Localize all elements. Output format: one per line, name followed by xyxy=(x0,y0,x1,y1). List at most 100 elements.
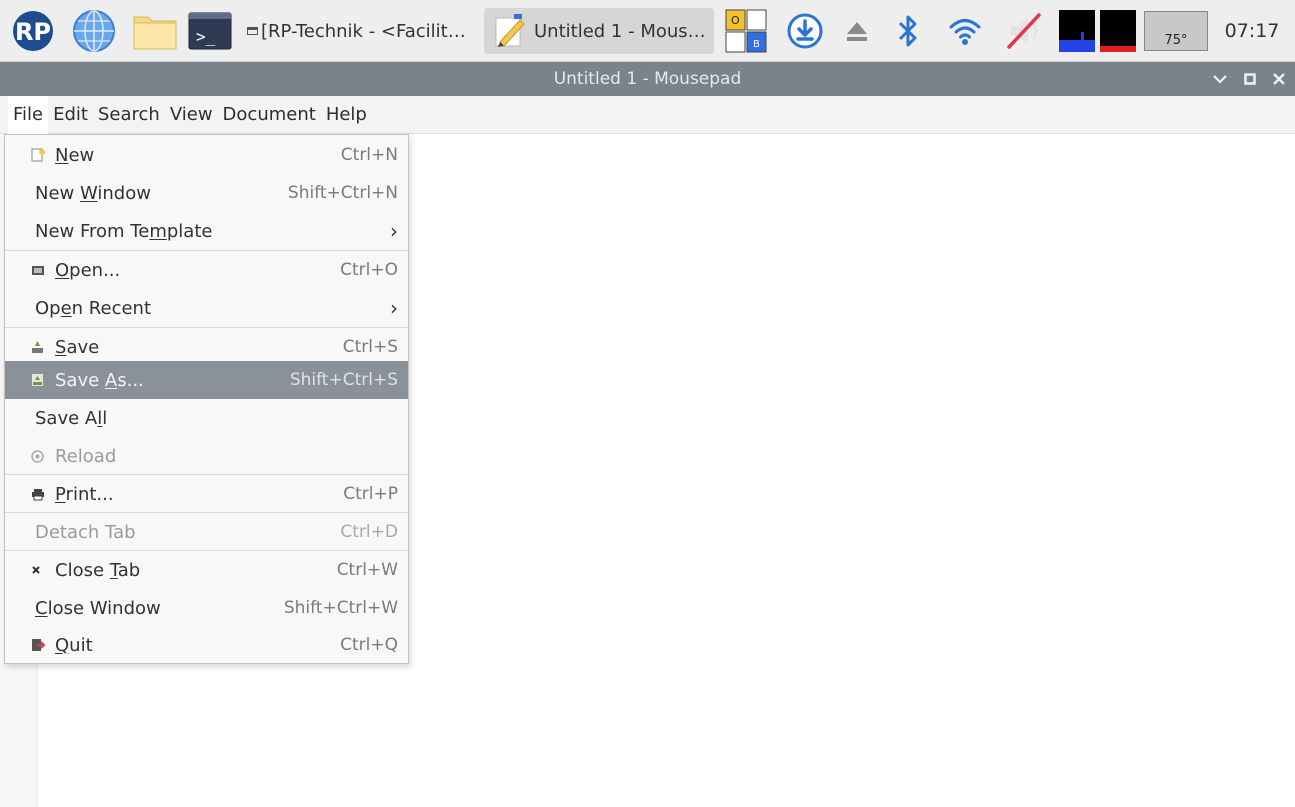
svg-text:RP: RP xyxy=(15,18,51,46)
menu-item-quit[interactable]: Quit Ctrl+Q xyxy=(5,626,408,664)
label-mnemonic: Q xyxy=(55,634,70,656)
bluetooth-icon[interactable] xyxy=(888,0,928,62)
menu-item-new-window[interactable]: New Window Shift+Ctrl+N xyxy=(5,174,408,212)
save-icon xyxy=(31,340,51,354)
label-pre: Save A xyxy=(35,407,98,429)
terminal-icon[interactable]: >_ xyxy=(184,0,236,62)
label-post: ab xyxy=(117,559,141,581)
close-tab-icon xyxy=(31,565,51,575)
label-mnemonic: S xyxy=(55,336,67,358)
accelerator: Ctrl+W xyxy=(336,560,398,580)
menu-edit[interactable]: Edit xyxy=(48,96,93,134)
label-mnemonic: A xyxy=(104,369,118,391)
label-mnemonic: m xyxy=(149,220,167,242)
accelerator: Ctrl+Q xyxy=(340,635,398,655)
label-post: indow xyxy=(97,182,151,204)
accelerator: Shift+Ctrl+S xyxy=(289,370,398,390)
label-post: s... xyxy=(117,369,144,391)
menu-item-new-from-template[interactable]: New From Template › xyxy=(5,212,408,250)
accelerator: Ctrl+P xyxy=(343,484,398,504)
save-as-icon xyxy=(31,373,51,387)
cpu-monitor-icon xyxy=(1099,0,1137,62)
menu-item-save-all[interactable]: Save All xyxy=(5,399,408,437)
label-post: l xyxy=(102,407,108,429)
menu-help[interactable]: Help xyxy=(321,96,372,134)
label-pre: Save xyxy=(55,369,105,391)
label-post: plate xyxy=(166,220,213,242)
menu-file[interactable]: File xyxy=(8,95,49,134)
label-post: uit xyxy=(69,634,93,656)
taskbar-window-mousepad[interactable]: Untitled 1 - Mous… xyxy=(484,8,714,54)
menu-document[interactable]: Document xyxy=(218,96,321,134)
label-mnemonic: T xyxy=(109,559,118,581)
svg-text:>_: >_ xyxy=(196,27,216,46)
quit-icon xyxy=(31,638,51,652)
label-post: n Recent xyxy=(71,297,152,319)
file-manager-icon[interactable] xyxy=(128,0,182,62)
new-document-icon xyxy=(31,148,51,162)
top-panel: RP >_ [RP-Technik - <Facilit… Untitled 1… xyxy=(0,0,1295,62)
ob-letter-b: B xyxy=(753,39,760,50)
menu-item-close-tab[interactable]: Close Tab Ctrl+W xyxy=(5,551,408,589)
accelerator: Ctrl+O xyxy=(340,260,398,280)
task-title: Untitled 1 - Mous… xyxy=(534,20,706,42)
submenu-arrow-icon: › xyxy=(390,296,398,320)
label-pre: Reload xyxy=(55,445,117,467)
menu-item-reload: Reload xyxy=(5,437,408,475)
reload-icon xyxy=(31,449,51,463)
mousepad-pen-icon xyxy=(495,14,525,47)
raspberry-pi-menu-icon[interactable]: RP xyxy=(8,0,58,62)
taskbar-window-rp-technik[interactable]: [RP-Technik - <Facilit… xyxy=(247,8,479,54)
label-pre: Detach Tab xyxy=(35,521,136,543)
window-title: Untitled 1 - Mousepad xyxy=(553,69,742,89)
accelerator: Shift+Ctrl+W xyxy=(283,598,398,618)
temperature-readout: 75° xyxy=(1144,11,1208,51)
label-mnemonic: e xyxy=(60,297,72,319)
web-browser-icon[interactable] xyxy=(66,0,122,62)
close-icon[interactable] xyxy=(1265,62,1293,96)
eject-icon[interactable] xyxy=(835,0,879,62)
label-mnemonic: C xyxy=(35,597,48,619)
label-mnemonic: W xyxy=(79,182,98,204)
label-mnemonic: O xyxy=(55,259,70,281)
window-titlebar[interactable]: Untitled 1 - Mousepad xyxy=(0,62,1295,96)
menu-item-print[interactable]: Print... Ctrl+P xyxy=(5,475,408,513)
menu-item-new[interactable]: New Ctrl+N xyxy=(5,136,408,174)
accelerator: Ctrl+N xyxy=(340,145,398,165)
menu-view[interactable]: View xyxy=(165,96,218,134)
label-post: ave xyxy=(66,336,100,358)
accelerator: Ctrl+D xyxy=(340,522,398,542)
label-pre: Close xyxy=(55,559,110,581)
label-post: ew xyxy=(68,144,95,166)
menu-search[interactable]: Search xyxy=(93,96,165,134)
label-post: rint... xyxy=(65,483,114,505)
accelerator: Ctrl+S xyxy=(342,337,398,357)
minimize-icon[interactable] xyxy=(1206,62,1234,96)
temperature-icon: 75° xyxy=(1144,0,1208,62)
label-pre: Op xyxy=(35,297,61,319)
file-menu-dropdown: New Ctrl+N New Window Shift+Ctrl+N New F… xyxy=(4,134,409,664)
accelerator: Shift+Ctrl+N xyxy=(287,183,398,203)
maximize-icon[interactable] xyxy=(1236,62,1264,96)
label-post: lose Window xyxy=(47,597,161,619)
label-pre: New From Te xyxy=(35,220,150,242)
ob-letter-o: O xyxy=(731,14,740,27)
menubar: File Edit Search View Document Help xyxy=(0,95,1295,134)
label-pre: New xyxy=(35,182,80,204)
volume-muted-icon[interactable] xyxy=(998,0,1052,62)
menu-item-open[interactable]: Open... Ctrl+O xyxy=(5,251,408,289)
menu-item-close-window[interactable]: Close Window Shift+Ctrl+W xyxy=(5,589,408,627)
window-icon xyxy=(247,27,258,35)
label-post: pen... xyxy=(69,259,121,281)
orange-blue-icon[interactable]: O B xyxy=(718,0,774,62)
label-mnemonic: P xyxy=(55,483,66,505)
submenu-arrow-icon: › xyxy=(390,219,398,243)
cpu-monitor-icon xyxy=(1057,0,1097,62)
open-folder-icon xyxy=(31,264,51,276)
menu-item-save-as[interactable]: Save As... Shift+Ctrl+S xyxy=(5,361,408,399)
printer-icon xyxy=(31,488,51,501)
clock[interactable]: 07:17 xyxy=(1213,0,1291,62)
download-icon[interactable] xyxy=(780,0,830,62)
menu-item-open-recent[interactable]: Open Recent › xyxy=(5,289,408,327)
wifi-icon[interactable] xyxy=(940,0,990,62)
